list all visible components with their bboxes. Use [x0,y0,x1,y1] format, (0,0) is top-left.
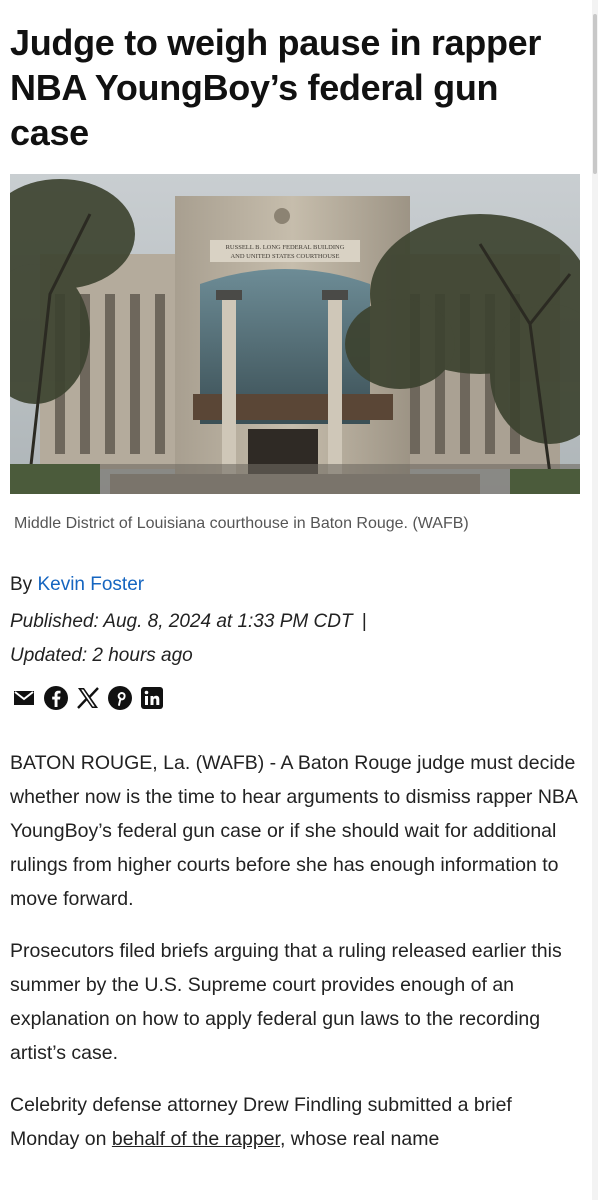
behalf-link[interactable]: behalf of the rapper, [112,1128,285,1150]
hero-image: RUSSELL B. LONG FEDERAL BUILDING AND UNI… [10,174,580,494]
byline-prefix: By [10,574,38,595]
building-sign-line1: RUSSELL B. LONG FEDERAL BUILDING [226,244,345,251]
paragraph-3: Celebrity defense attorney Drew Findling… [10,1088,585,1156]
scrollbar-thumb[interactable] [593,14,597,174]
byline: By Kevin Foster [10,572,144,598]
courthouse-photo: RUSSELL B. LONG FEDERAL BUILDING AND UNI… [10,174,580,494]
pinterest-icon [108,686,132,710]
mail-icon [14,691,34,705]
published-info: Published: Aug. 8, 2024 at 1:33 PM CDT |… [10,605,490,673]
share-linkedin-button[interactable] [138,684,166,712]
updated-date: Updated: 2 hours ago [10,645,193,666]
scrollbar[interactable] [592,0,598,1200]
share-x-button[interactable] [74,684,102,712]
building-sign-line2: AND UNITED STATES COURTHOUSE [230,253,339,260]
facebook-icon [44,686,68,710]
share-mail-button[interactable] [10,684,38,712]
share-pinterest-button[interactable] [106,684,134,712]
headline: Judge to weigh pause in rapper NBA Young… [10,22,542,153]
share-bar [10,684,166,712]
date-separator: | [361,611,367,632]
paragraph-1: BATON ROUGE, La. (WAFB) - A Baton Rouge … [10,752,577,910]
image-caption: Middle District of Louisiana courthouse … [14,515,469,532]
linkedin-icon [141,687,163,709]
author-link[interactable]: Kevin Foster [37,574,144,595]
article-body: BATON ROUGE, La. (WAFB) - A Baton Rouge … [10,746,585,1174]
paragraph-2: Prosecutors filed briefs arguing that a … [10,940,562,1064]
x-icon [77,687,99,709]
paragraph-3-end: whose real name [285,1128,440,1150]
published-date: Published: Aug. 8, 2024 at 1:33 PM CDT [10,611,353,632]
share-facebook-button[interactable] [42,684,70,712]
